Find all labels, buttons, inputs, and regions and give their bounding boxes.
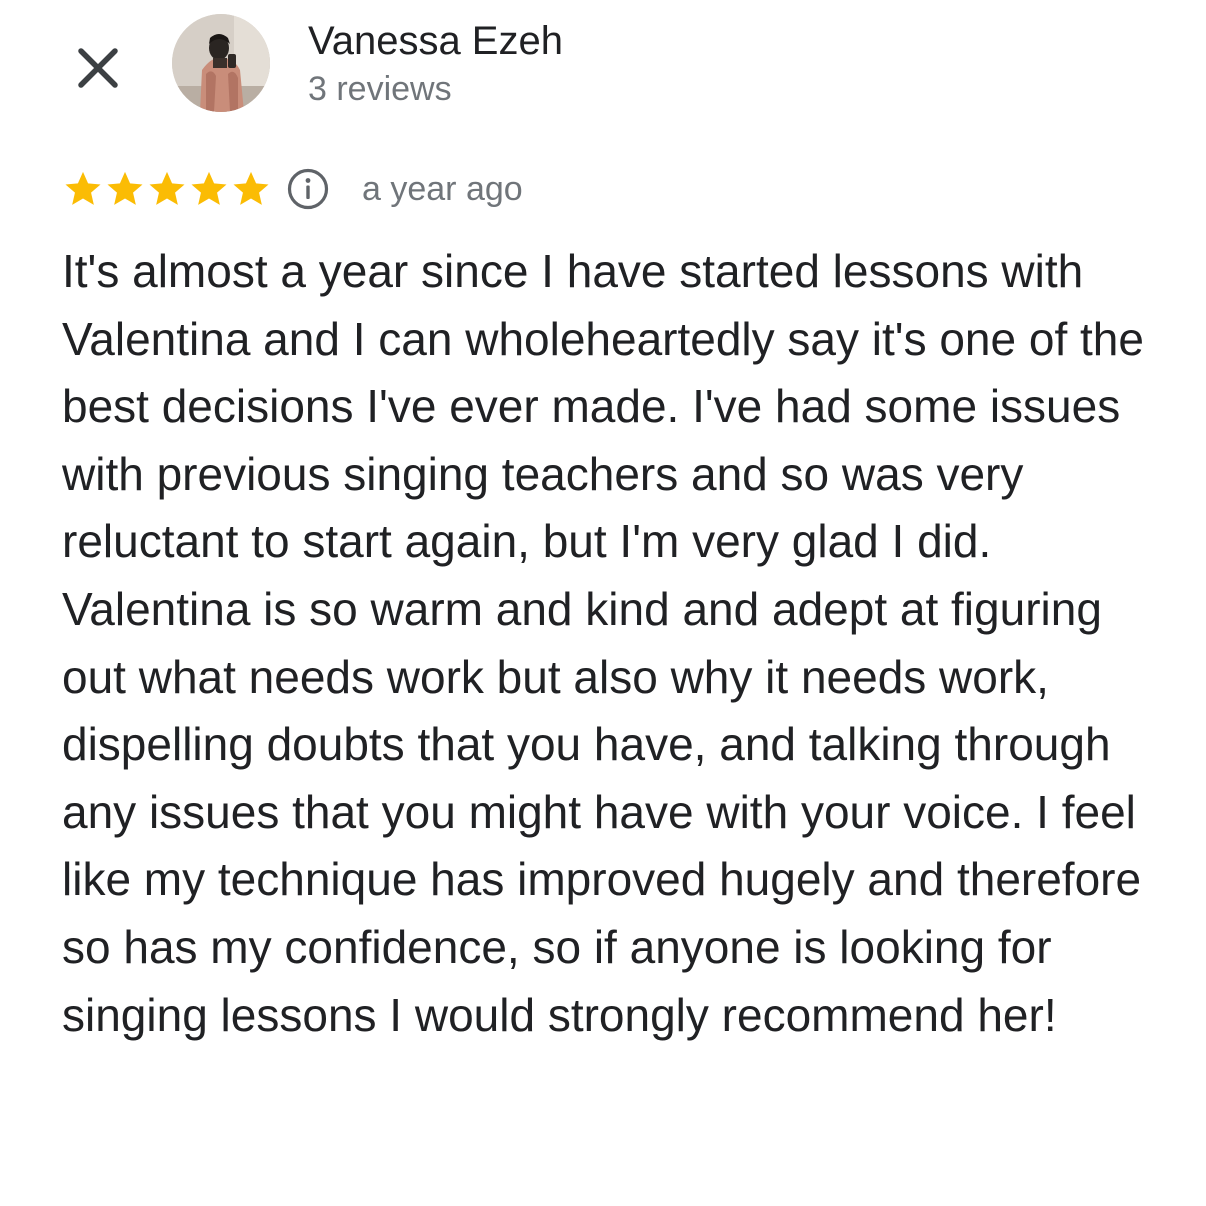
star-rating [62,168,272,210]
rating-row: a year ago [62,164,523,214]
star-icon [107,171,143,205]
info-icon[interactable] [286,167,330,211]
star-icon [191,171,227,205]
review-time: a year ago [362,169,523,208]
review-text: It's almost a year since I have started … [62,245,1144,1041]
star-icon [149,171,185,205]
close-button[interactable] [66,36,130,100]
star-icon [233,171,269,205]
star-icon [65,171,101,205]
review-count[interactable]: 3 reviews [308,68,452,110]
avatar[interactable] [172,14,270,112]
reviewer-name[interactable]: Vanessa Ezeh [308,17,563,65]
close-icon [78,48,118,88]
